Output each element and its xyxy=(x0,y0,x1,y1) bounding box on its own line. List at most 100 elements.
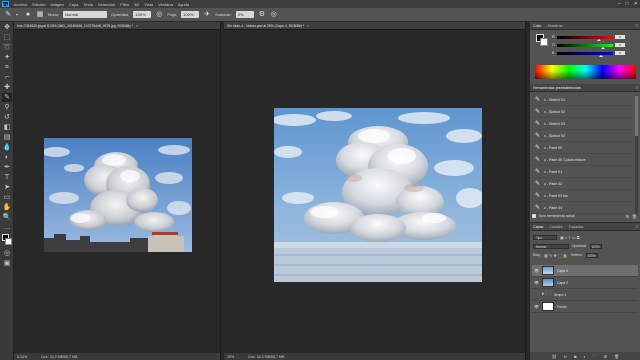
background-color-chip[interactable] xyxy=(540,38,548,46)
brush-tool-icon[interactable]: ✎ xyxy=(4,11,12,19)
layer-row[interactable]: 👁 Capa 4 xyxy=(532,265,638,277)
tab-tool-presets[interactable]: Herramientas preestablecidas xyxy=(533,86,581,90)
preset-item[interactable]: ✎ c - Paint 03 bis xyxy=(532,190,632,202)
quick-mask-icon[interactable]: ◎ xyxy=(2,249,12,258)
mask-icon[interactable]: ◙ xyxy=(574,354,576,359)
filter-icons[interactable]: ▣ ◐ T ▭ ⧉ xyxy=(560,235,580,240)
green-slider-thumb[interactable] xyxy=(600,46,605,49)
menu-3d[interactable]: 3D xyxy=(134,2,139,7)
menu-vista[interactable]: Vista xyxy=(144,2,153,7)
preset-item[interactable]: ✎ c - Sketch 01 xyxy=(532,94,632,106)
document-tab-1[interactable]: bob-7084630.jpg al 8,33% (IMG_20180408_1… xyxy=(14,22,220,30)
tab-color[interactable]: Color xyxy=(533,24,542,28)
menu-capa[interactable]: Capa xyxy=(69,2,79,7)
blue-slider-thumb[interactable] xyxy=(599,54,603,57)
clone-stamp-tool-icon[interactable]: ⚲ xyxy=(2,103,12,112)
layer-row[interactable]: 👁 Capa 2 xyxy=(532,277,638,289)
document-tab-2[interactable]: Sin título-4 - Nubes.psd al 25% (Capa 4,… xyxy=(224,22,525,30)
layer-name[interactable]: Capa 2 xyxy=(557,281,568,285)
hand-tool-icon[interactable]: ✋ xyxy=(2,203,12,212)
red-slider-thumb[interactable] xyxy=(597,38,602,41)
preset-scrollbar[interactable] xyxy=(635,96,638,216)
eye-icon[interactable]: 👁 xyxy=(534,280,539,285)
preset-item[interactable]: ✎ c - Paint 01 xyxy=(532,166,632,178)
layer-name[interactable]: Grupo 1 xyxy=(554,293,566,297)
new-layer-icon[interactable]: ⊞ xyxy=(604,354,607,359)
zoom-level[interactable]: 25% xyxy=(227,355,234,359)
tab-paths[interactable]: Trazados xyxy=(569,225,584,229)
dodge-tool-icon[interactable]: ◐ xyxy=(2,153,12,162)
layer-name[interactable]: Capa 4 xyxy=(557,269,568,273)
magic-wand-tool-icon[interactable]: ✦ xyxy=(2,53,12,62)
background-color-swatch[interactable] xyxy=(5,238,12,245)
brush-panel-toggle-icon[interactable]: ▦ xyxy=(36,11,44,19)
preset-item[interactable]: ✎ c - Paint 04 xyxy=(532,202,632,214)
layer-opacity-field[interactable]: 100% xyxy=(589,243,602,249)
red-slider[interactable] xyxy=(557,35,613,41)
mode-select[interactable]: Normal xyxy=(63,11,108,18)
more-tools-icon[interactable]: … xyxy=(2,223,12,232)
panel-menu-icon[interactable]: ≡ xyxy=(636,85,638,90)
minimize-button[interactable]: – xyxy=(618,1,621,7)
zoom-tool-icon[interactable]: 🔍 xyxy=(2,213,12,222)
new-preset-icon[interactable]: ⊞ xyxy=(626,214,629,219)
maximize-button[interactable]: □ xyxy=(626,1,629,7)
menu-seleccion[interactable]: Selección xyxy=(98,2,115,7)
preset-item[interactable]: ✎ c - Paint 00 xyxy=(532,142,632,154)
gradient-tool-icon[interactable]: ▤ xyxy=(2,133,12,142)
menu-ventana[interactable]: Ventana xyxy=(158,2,173,7)
lock-icons[interactable]: ▦ ✎ ✥ ⬚ 🔒 xyxy=(544,253,568,258)
eye-icon[interactable]: 👁 xyxy=(534,304,539,309)
blue-value[interactable]: 0 xyxy=(615,51,625,55)
flow-field[interactable]: 100% xyxy=(181,11,200,18)
green-value[interactable]: 0 xyxy=(615,43,625,47)
menu-edicion[interactable]: Edición xyxy=(32,2,45,7)
zoom-level[interactable]: 8,33% xyxy=(17,355,27,359)
smoothing-field[interactable]: 0% xyxy=(235,11,254,18)
menu-archivo[interactable]: Archivo xyxy=(14,2,27,7)
path-selection-tool-icon[interactable]: ➤ xyxy=(2,183,12,192)
crop-tool-icon[interactable]: ⌗ xyxy=(2,63,12,72)
trash-icon[interactable]: 🗑 xyxy=(614,354,619,359)
document-canvas-2[interactable] xyxy=(274,108,482,282)
menu-texto[interactable]: Texto xyxy=(83,2,93,7)
blur-tool-icon[interactable]: 💧 xyxy=(2,143,12,152)
type-tool-icon[interactable]: T xyxy=(2,173,12,182)
blue-slider[interactable] xyxy=(557,51,613,57)
color-swatches[interactable] xyxy=(0,234,13,248)
layer-name[interactable]: Fondo xyxy=(557,305,567,309)
green-slider[interactable] xyxy=(557,43,613,49)
rectangle-tool-icon[interactable]: ▭ xyxy=(2,193,12,202)
layer-row[interactable]: 👁 Fondo xyxy=(532,301,638,313)
eraser-tool-icon[interactable]: ◧ xyxy=(2,123,12,132)
layer-row[interactable]: ▸ 🗀 Grupo 1 xyxy=(532,289,638,301)
panel-menu-icon[interactable]: ≡ xyxy=(636,23,638,28)
fx-icon[interactable]: fx xyxy=(564,354,567,359)
close-window-button[interactable]: ✕ xyxy=(634,1,638,7)
preset-item[interactable]: ✎ c - Sketch 04 xyxy=(532,130,632,142)
current-tool-only-checkbox[interactable] xyxy=(532,214,536,218)
menu-imagen[interactable]: Imagen xyxy=(50,2,63,7)
eyedropper-tool-icon[interactable]: ⌐ xyxy=(2,73,12,82)
preset-item[interactable]: ✎ c - Paint 02 xyxy=(532,178,632,190)
preset-item[interactable]: ✎ c - Paint 00 Colors texture xyxy=(532,154,632,166)
color-spectrum[interactable] xyxy=(535,65,636,79)
pressure-size-icon[interactable]: ◎ xyxy=(270,11,278,19)
fill-field[interactable]: 100% xyxy=(585,252,598,258)
tab-swatches[interactable]: Muestras xyxy=(548,24,563,28)
lasso-tool-icon[interactable]: ➰ xyxy=(2,43,12,52)
close-icon[interactable]: × xyxy=(136,23,138,28)
eye-icon[interactable]: 👁 xyxy=(534,268,539,273)
document-canvas-1[interactable] xyxy=(44,138,192,252)
folder-icon[interactable]: 🗀 xyxy=(593,353,597,360)
history-brush-tool-icon[interactable]: ↺ xyxy=(2,113,12,122)
marquee-tool-icon[interactable]: ⬚ xyxy=(2,33,12,42)
adjustment-icon[interactable]: ◐ xyxy=(583,354,585,359)
gear-icon[interactable]: ⚙ xyxy=(258,11,266,19)
tab-channels[interactable]: Canales xyxy=(549,225,562,229)
preset-item[interactable]: ✎ c - Sketch 02 xyxy=(532,106,632,118)
color-chips[interactable] xyxy=(536,34,548,46)
pressure-opacity-icon[interactable]: ◎ xyxy=(155,11,163,19)
brush-tool-icon[interactable]: ✎ xyxy=(2,93,12,102)
link-icon[interactable]: ⛓ xyxy=(552,354,557,359)
